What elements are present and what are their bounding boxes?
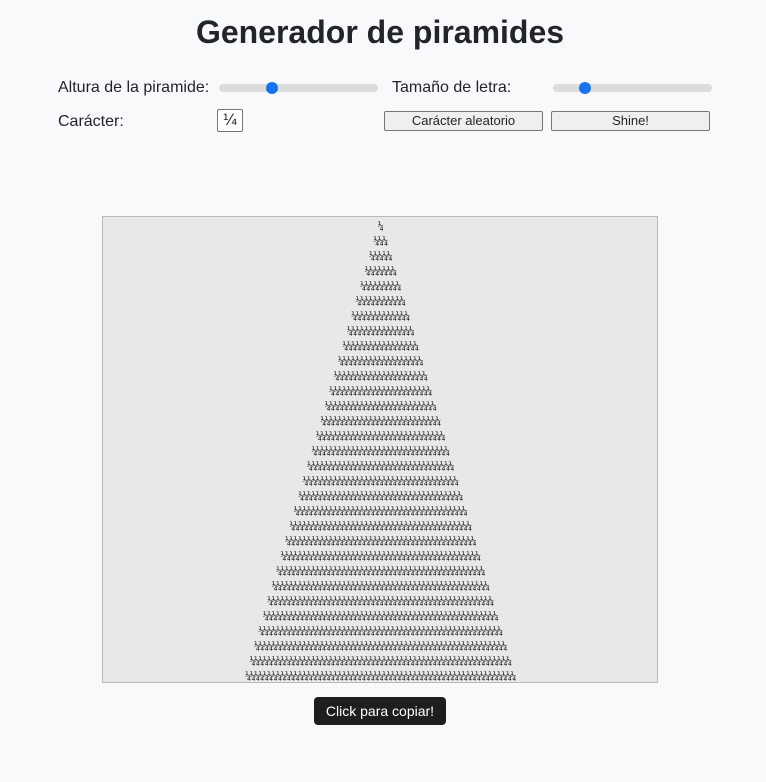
copy-tooltip: Click para copiar! — [314, 697, 446, 725]
font-size-slider[interactable] — [553, 82, 712, 94]
random-character-button[interactable]: Carácter aleatorio — [384, 111, 543, 131]
page-title: Generador de piramides — [195, 14, 565, 50]
font-size-slider-thumb[interactable] — [579, 82, 592, 94]
pyramid-text: ¼ ¼¼¼ ¼¼¼¼¼ ¼¼¼¼¼¼¼ ¼¼¼¼¼¼¼¼¼ ¼¼¼¼¼¼¼¼¼¼… — [245, 221, 516, 682]
pyramid-output[interactable]: ¼ ¼¼¼ ¼¼¼¼¼ ¼¼¼¼¼¼¼ ¼¼¼¼¼¼¼¼¼ ¼¼¼¼¼¼¼¼¼¼… — [102, 216, 658, 683]
character-label: Carácter: — [58, 113, 124, 130]
character-input[interactable]: ¼ — [217, 109, 243, 132]
font-size-label: Tamaño de letra: — [392, 79, 512, 96]
pyramid-height-slider[interactable] — [219, 82, 378, 94]
pyramid-height-slider-thumb[interactable] — [266, 82, 279, 94]
pyramid-height-label: Altura de la piramide: — [58, 79, 210, 96]
shine-button[interactable]: Shine! — [551, 111, 710, 131]
